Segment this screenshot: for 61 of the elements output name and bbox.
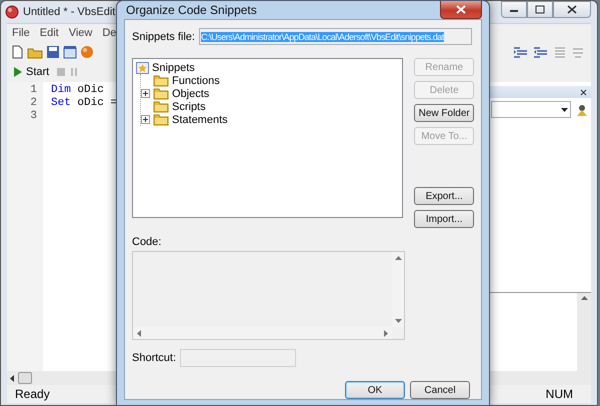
scroll-up-icon xyxy=(580,296,588,300)
maximize-button[interactable] xyxy=(527,1,553,18)
scroll-right-icon[interactable] xyxy=(384,330,388,336)
folder-icon xyxy=(153,74,169,87)
snippet-tree[interactable]: Snippets Functions Objects Scripts Statements xyxy=(132,58,404,218)
window-title: Untitled * - VbsEdit xyxy=(23,6,116,18)
indent-icon[interactable] xyxy=(513,45,529,59)
minimize-button[interactable] xyxy=(501,1,527,18)
scroll-left-icon[interactable] xyxy=(137,330,141,336)
field-label: Snippets file: xyxy=(132,30,195,42)
outdent-icon[interactable] xyxy=(533,45,549,59)
play-icon xyxy=(14,67,22,77)
close-button[interactable] xyxy=(553,1,591,18)
new-file-icon[interactable] xyxy=(10,45,24,59)
save-icon[interactable] xyxy=(46,45,60,59)
status-indicator: NUM xyxy=(546,387,573,401)
dropdown[interactable] xyxy=(491,101,571,118)
folder-icon xyxy=(153,100,169,113)
code-field[interactable] xyxy=(132,251,405,340)
line-number: 2 xyxy=(29,97,38,110)
menu-item[interactable]: File xyxy=(7,27,35,39)
tree-item[interactable]: Snippets xyxy=(152,62,195,74)
expand-icon[interactable] xyxy=(141,115,150,124)
dialog-button[interactable]: New Folder xyxy=(414,104,474,122)
close-icon[interactable] xyxy=(580,88,587,96)
caret-icon xyxy=(561,108,568,112)
folder-icon xyxy=(153,113,169,126)
field-label: Code: xyxy=(132,236,162,248)
field-label: Shortcut: xyxy=(132,352,176,364)
dialog-title: Organize Code Snippets xyxy=(126,3,257,17)
dialog-button[interactable]: Cancel xyxy=(410,381,470,399)
lines-icon[interactable] xyxy=(553,45,567,59)
scroll-down-icon[interactable] xyxy=(394,319,402,323)
star-icon xyxy=(136,62,149,74)
scrollbar[interactable] xyxy=(577,293,591,371)
folder-icon xyxy=(153,87,169,100)
scroll-up-icon[interactable] xyxy=(394,256,402,260)
code-line: Dim oDic xyxy=(51,84,104,97)
app-icon xyxy=(5,5,19,19)
menu-item[interactable]: View xyxy=(64,27,98,39)
shortcut-field[interactable] xyxy=(180,349,296,367)
expand-icon[interactable] xyxy=(141,89,150,98)
dialog-button[interactable]: Import... xyxy=(414,210,474,228)
maximize-icon xyxy=(534,4,546,15)
scrollbar-thumb[interactable] xyxy=(18,372,32,384)
status-text: Ready xyxy=(15,387,50,401)
tree-item[interactable]: Objects xyxy=(172,88,210,100)
close-icon xyxy=(566,4,578,15)
close-button[interactable] xyxy=(440,1,482,19)
scroll-left-icon xyxy=(10,374,14,382)
close-icon xyxy=(456,5,466,14)
dialog-button[interactable]: Export... xyxy=(414,187,474,205)
dialog-button[interactable]: OK xyxy=(345,381,405,399)
tree-item[interactable]: Statements xyxy=(172,114,228,126)
tree-item[interactable]: Functions xyxy=(172,74,220,86)
ball-icon[interactable] xyxy=(80,45,94,59)
menu-item[interactable]: Edit xyxy=(34,27,64,39)
line-number: 1 xyxy=(29,84,38,97)
tree-item[interactable]: Scripts xyxy=(172,100,206,112)
line-number: 3 xyxy=(29,110,38,123)
start-button[interactable]: Start xyxy=(10,66,54,78)
